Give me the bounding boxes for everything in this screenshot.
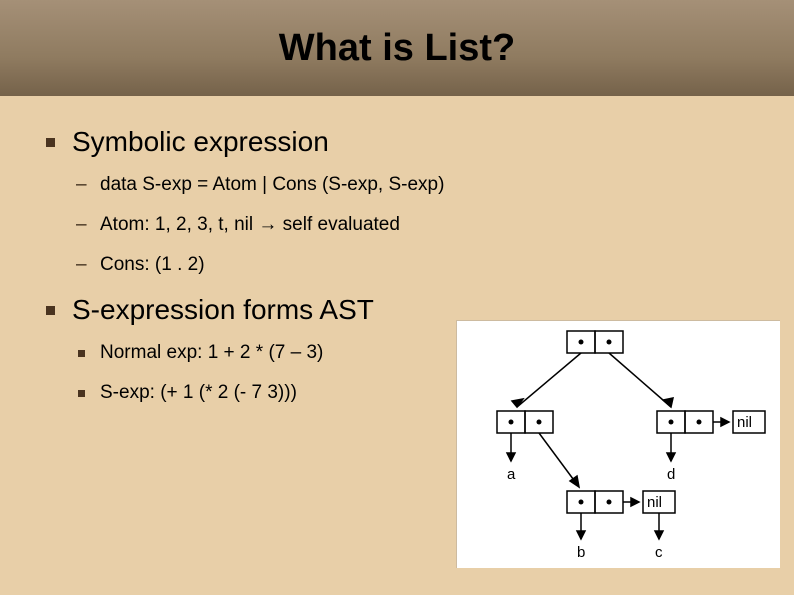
sub-bullet: Normal exp: 1 + 2 * (7 – 3) [72,342,472,364]
cons-diagram: a b c d nil nil [456,320,780,568]
diagram-label-nil: nil [647,494,662,511]
bullet-symbolic-expression: Symbolic expression data S-exp = Atom | … [46,126,764,276]
sub-bullet: data S-exp = Atom | Cons (S-exp, S-exp) [72,174,764,196]
slide-title: What is List? [279,27,515,70]
diagram-label-nil: nil [737,414,752,431]
diagram-label-b: b [577,544,585,561]
diagram-label-d: d [667,466,675,483]
sub-bullet: Cons: (1 . 2) [72,254,764,276]
sub-bullet: S-exp: (+ 1 (* 2 (- 7 3))) [72,382,472,404]
title-band: What is List? [0,0,794,96]
diagram-label-c: c [655,544,663,561]
sub-bullet: Atom: 1, 2, 3, t, nil → self evaluated [72,214,764,236]
diagram-label-a: a [507,466,516,483]
bullet-label: S-expression forms AST [72,294,374,325]
bullet-label: Symbolic expression [72,126,329,157]
